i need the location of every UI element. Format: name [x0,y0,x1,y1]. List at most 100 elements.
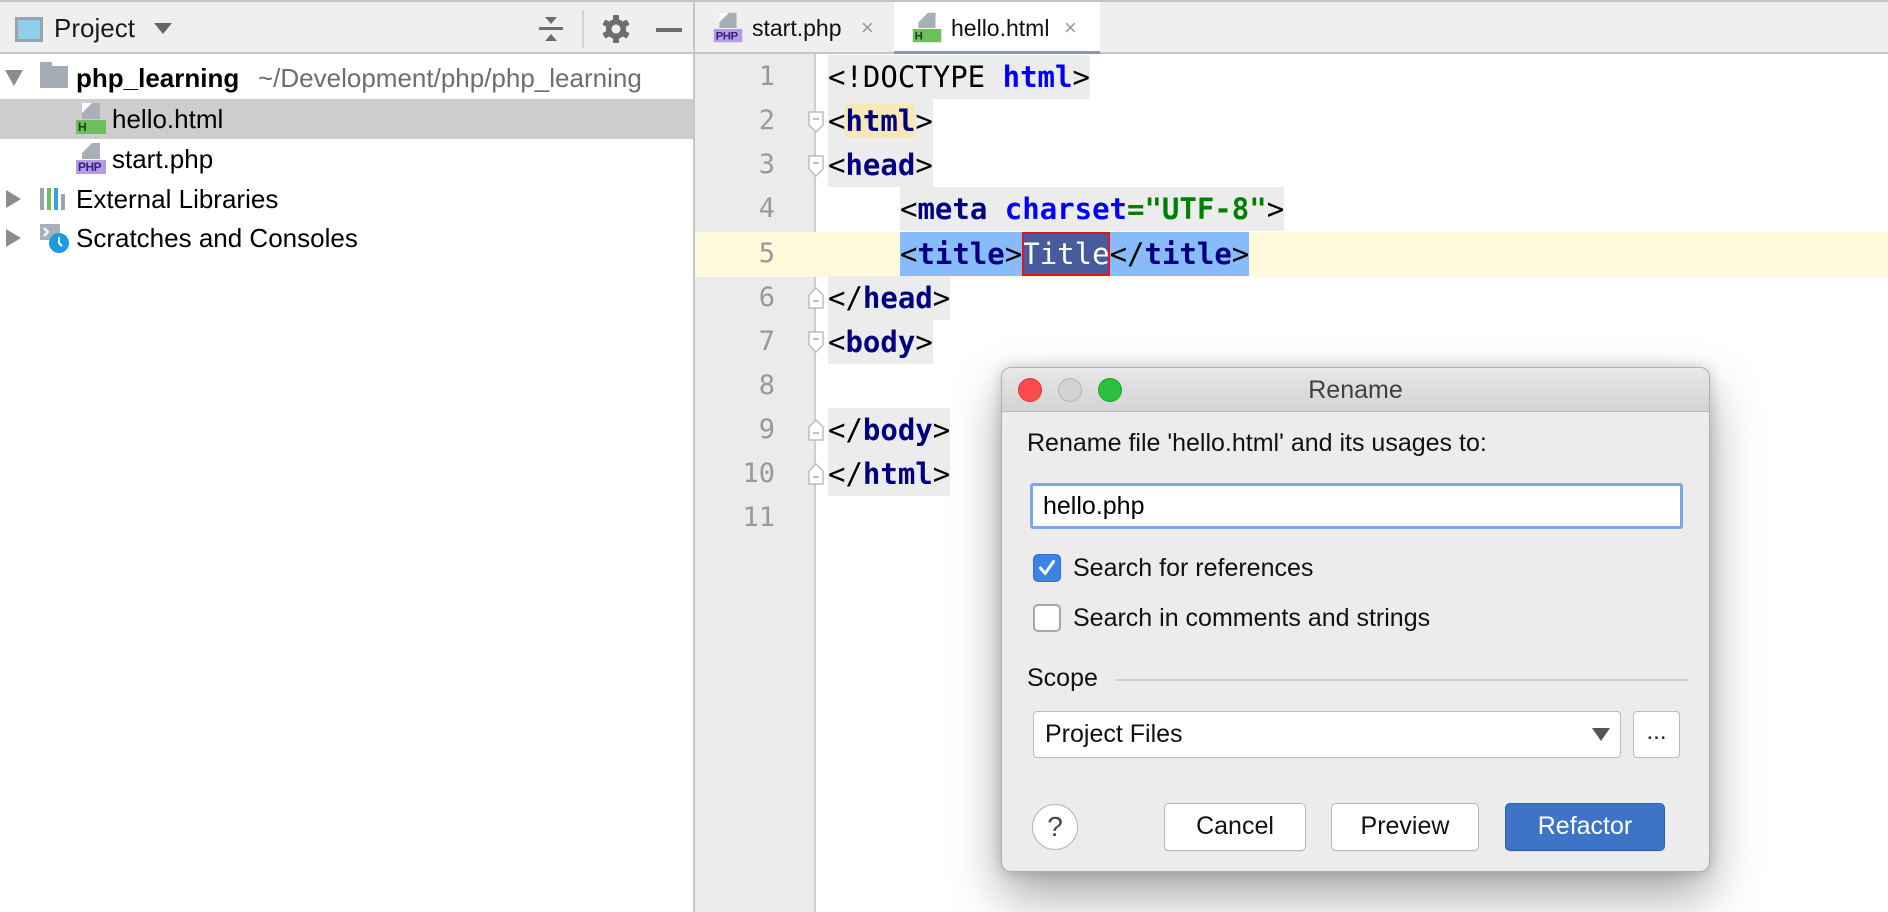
code-line-2[interactable]: <html> [828,99,933,143]
chevron-down-icon [1592,728,1610,741]
code-token: > [1231,237,1250,271]
html-file-icon: H [912,12,942,43]
window-close-button[interactable] [1018,378,1042,402]
tree-item-path: ~/Development/php/php_learning [258,63,642,93]
checkmark-icon [1039,560,1055,576]
line-number: 4 [758,193,775,224]
tab-hello-html[interactable]: H hello.html × [894,2,1100,56]
scope-separator [1116,679,1688,681]
fold-end-icon[interactable] [808,463,824,485]
folder-icon [40,62,68,88]
code-token: < [828,148,846,182]
rename-dialog: Rename Rename file 'hello.html' and its … [1001,367,1710,872]
rename-target-highlight[interactable]: Title [1022,232,1110,276]
line-number: 7 [758,326,775,357]
dialog-titlebar[interactable]: Rename [1002,368,1709,412]
code-line-1[interactable]: <!DOCTYPE html> [828,55,1090,99]
tree-item-external-libraries[interactable]: External Libraries [0,179,695,219]
header-separator [582,10,584,48]
fold-end-icon[interactable] [808,419,824,441]
project-panel: Project php_learning ~/Development/php/p… [0,0,695,912]
code-token: < [828,104,846,138]
line-number: 5 [758,238,775,269]
code-token: html [845,104,916,138]
window-minimize-button[interactable] [1058,378,1082,402]
line-number: 3 [758,149,775,180]
code-line-7[interactable]: <body> [828,320,933,364]
window-zoom-button[interactable] [1098,378,1122,402]
close-icon[interactable]: × [1064,2,1077,54]
line-number: 9 [758,414,775,445]
code-token: > [915,325,933,359]
code-token: meta [917,192,988,226]
tree-item-label: External Libraries [76,184,279,214]
project-view-selector[interactable]: Project [54,13,135,44]
search-references-label[interactable]: Search for references [1073,554,1313,583]
html-badge: H [912,28,942,43]
refactor-button[interactable]: Refactor [1505,803,1665,851]
new-name-input[interactable] [1030,483,1683,529]
gear-icon[interactable] [602,15,630,43]
tree-item-scratches[interactable]: Scratches and Consoles [0,218,695,258]
code-token: html [862,457,933,491]
chevron-down-icon[interactable] [154,23,172,34]
code-line-5[interactable]: <title>Title</title> [900,232,1250,276]
libraries-icon [40,188,68,210]
expand-arrow-icon[interactable] [5,70,23,86]
tree-item-label: php_learning [76,63,240,93]
scope-browse-button[interactable]: ... [1633,711,1680,758]
line-number: 11 [742,502,775,533]
fold-end-icon[interactable] [808,287,824,309]
php-badge: PHP [76,160,106,174]
code-token: html [1002,60,1073,94]
code-token: > [915,148,933,182]
tab-label: hello.html [951,15,1050,41]
code-token: title [917,237,1005,271]
cancel-button[interactable]: Cancel [1164,803,1306,851]
html-badge: H [76,120,106,134]
tree-item-label: start.php [112,144,214,174]
help-button[interactable]: ? [1032,804,1078,850]
scope-dropdown[interactable]: Project Files [1033,711,1621,758]
tab-label: start.php [752,15,842,41]
rename-prompt-label: Rename file 'hello.html' and its usages … [1027,429,1487,457]
code-line-6[interactable]: </head> [828,276,951,320]
code-line-4[interactable]: <meta charset="UTF-8"> [900,187,1285,231]
preview-button[interactable]: Preview [1331,803,1479,851]
scope-label: Scope [1027,664,1098,692]
tree-item-hello-html[interactable]: H hello.html [0,99,695,139]
minimize-icon[interactable] [656,28,682,32]
close-icon[interactable]: × [861,2,874,54]
code-token: < [900,192,918,226]
fold-collapse-icon[interactable] [808,111,824,133]
search-references-checkbox[interactable] [1033,554,1061,582]
php-badge: PHP [713,28,743,43]
expand-arrow-icon[interactable] [6,190,21,208]
line-number: 2 [758,105,775,136]
editor-tab-bar: PHP start.php × H hello.html × [695,0,1888,56]
fold-collapse-icon[interactable] [808,155,824,177]
current-line-highlight [695,232,1888,277]
code-token: <!DOCTYPE [828,60,1003,94]
expand-arrow-icon[interactable] [6,229,21,247]
fold-collapse-icon[interactable] [808,331,824,353]
code-token: = [1127,192,1145,226]
line-number: 8 [758,370,775,401]
code-token: > [932,457,951,491]
tree-item-start-php[interactable]: PHP start.php [0,139,695,179]
code-line-10[interactable]: </html> [828,452,951,496]
tab-start-php[interactable]: PHP start.php × [695,2,893,54]
collapse-all-icon[interactable] [539,16,563,42]
code-line-9[interactable]: </body> [828,408,951,452]
search-comments-label[interactable]: Search in comments and strings [1073,604,1430,633]
code-token: > [1072,60,1090,94]
code-token: head [845,148,916,182]
code-line-3[interactable]: <head> [828,143,933,187]
tree-item-php-learning[interactable]: php_learning ~/Development/php/php_learn… [0,58,695,98]
php-file-icon: PHP [713,12,743,43]
code-token: "UTF-8" [1144,192,1267,226]
code-token: title [1144,237,1232,271]
search-comments-checkbox[interactable] [1033,604,1061,632]
tree-item-label: hello.html [112,104,224,134]
